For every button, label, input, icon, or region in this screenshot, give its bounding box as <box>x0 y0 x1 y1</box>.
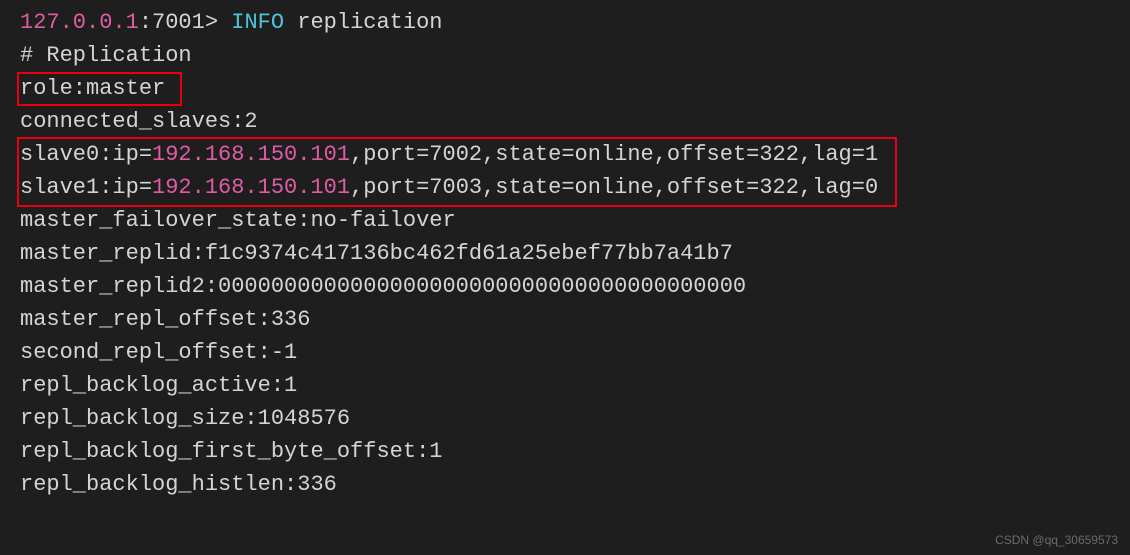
prompt-host: 127.0.0.1 <box>20 10 139 35</box>
output-second-repl-offset: second_repl_offset:-1 <box>20 336 1110 369</box>
output-master-repl-offset: master_repl_offset:336 <box>20 303 1110 336</box>
slave0-prefix: slave0:ip= <box>20 142 152 167</box>
output-repl-backlog-size: repl_backlog_size:1048576 <box>20 402 1110 435</box>
output-master-replid: master_replid:f1c9374c417136bc462fd61a25… <box>20 237 1110 270</box>
prompt-port: :7001> <box>139 10 218 35</box>
output-slave0: slave0:ip=192.168.150.101,port=7002,stat… <box>20 138 1110 171</box>
prompt-command-keyword: INFO <box>218 10 284 35</box>
watermark: CSDN @qq_30659573 <box>995 531 1118 549</box>
slave1-rest: ,port=7003,state=online,offset=322,lag=0 <box>350 175 878 200</box>
output-master-failover-state: master_failover_state:no-failover <box>20 204 1110 237</box>
output-slave1: slave1:ip=192.168.150.101,port=7003,stat… <box>20 171 1110 204</box>
output-repl-backlog-active: repl_backlog_active:1 <box>20 369 1110 402</box>
terminal-prompt-line: 127.0.0.1:7001> INFO replication <box>20 6 1110 39</box>
slave1-prefix: slave1:ip= <box>20 175 152 200</box>
output-repl-backlog-first-byte-offset: repl_backlog_first_byte_offset:1 <box>20 435 1110 468</box>
output-repl-backlog-histlen: repl_backlog_histlen:336 <box>20 468 1110 501</box>
prompt-command-arg: replication <box>284 10 442 35</box>
slave1-ip: 192.168.150.101 <box>152 175 350 200</box>
output-master-replid2: master_replid2:0000000000000000000000000… <box>20 270 1110 303</box>
slave0-ip: 192.168.150.101 <box>152 142 350 167</box>
output-connected-slaves: connected_slaves:2 <box>20 105 1110 138</box>
output-header: # Replication <box>20 39 1110 72</box>
output-role: role:master <box>20 72 1110 105</box>
slave0-rest: ,port=7002,state=online,offset=322,lag=1 <box>350 142 878 167</box>
